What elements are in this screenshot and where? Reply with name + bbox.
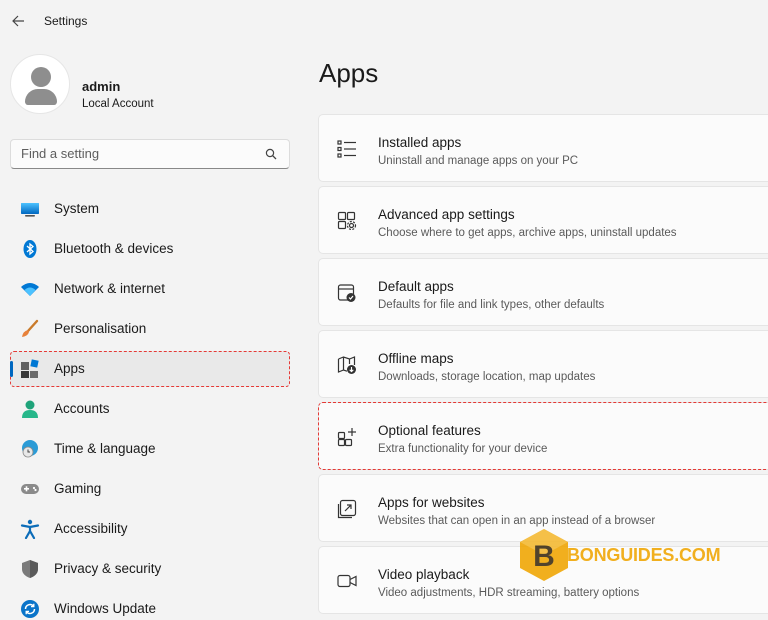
watermark-logo: B [520,529,568,581]
sidebar-item-system[interactable]: System [10,191,290,227]
card-advanced-app-settings[interactable]: Advanced app settings Choose where to ge… [318,186,768,254]
sidebar-item-time-language[interactable]: Time & language [10,431,290,467]
card-title: Video playback [378,567,470,582]
card-subtitle: Uninstall and manage apps on your PC [378,155,579,167]
card-subtitle: Defaults for file and link types, other … [378,299,605,311]
card-subtitle: Choose where to get apps, archive apps, … [378,227,677,239]
title-bar: Settings [0,0,768,44]
profile-account-type: Local Account [82,98,154,110]
sidebar-item-label: System [54,201,100,216]
avatar [10,54,70,114]
card-title: Advanced app settings [378,207,515,222]
sidebar-item-windows-update[interactable]: Windows Update [10,591,290,620]
update-icon [21,600,39,618]
app-settings-icon [337,211,357,231]
sidebar-item-label: Gaming [54,481,102,496]
video-icon [337,574,357,588]
sidebar-item-accessibility[interactable]: Accessibility [10,511,290,547]
sidebar-item-label: Apps [54,361,85,376]
sidebar-item-bluetooth[interactable]: Bluetooth & devices [10,231,290,267]
bluetooth-icon [23,240,37,258]
sidebar-item-label: Network & internet [54,281,166,296]
profile-name: admin [82,79,121,94]
search-input[interactable] [21,146,251,161]
card-optional-features[interactable]: Optional features Extra functionality fo… [318,402,768,470]
card-default-apps[interactable]: Default apps Defaults for file and link … [318,258,768,326]
sidebar-item-accounts[interactable]: Accounts [10,391,290,427]
card-title: Offline maps [378,351,454,366]
back-arrow-icon [11,15,24,27]
card-title: Optional features [378,423,481,438]
card-subtitle: Extra functionality for your device [378,443,548,455]
list-icon [337,140,356,158]
gamepad-icon [21,484,39,494]
sidebar-nav: System Bluetooth & devices Network & int… [10,191,290,620]
shield-icon [22,560,38,578]
sidebar-item-gaming[interactable]: Gaming [10,471,290,507]
sidebar-item-label: Accounts [54,401,110,416]
svg-text:B: B [533,540,555,573]
sidebar-item-network[interactable]: Network & internet [10,271,290,307]
open-link-icon [337,499,357,519]
card-installed-apps[interactable]: Installed apps Uninstall and manage apps… [318,114,768,182]
apps-icon [21,359,39,378]
card-subtitle: Websites that can open in an app instead… [378,515,656,527]
sidebar: admin Local Account System Bluetooth & d… [0,44,300,620]
sidebar-item-label: Personalisation [54,321,147,336]
card-title: Apps for websites [378,495,485,510]
accessibility-icon [20,519,40,539]
watermark-text: BONGUIDES.COM [567,544,721,565]
search-icon[interactable] [265,148,277,160]
app-title: Settings [44,14,88,28]
card-title: Installed apps [378,135,462,150]
sidebar-item-personalisation[interactable]: Personalisation [10,311,290,347]
globe-clock-icon [22,440,38,458]
sidebar-item-apps[interactable]: Apps [10,351,290,387]
card-offline-maps[interactable]: Offline maps Downloads, storage location… [318,330,768,398]
add-feature-icon [337,428,356,447]
user-profile[interactable]: admin Local Account [10,54,290,116]
sidebar-item-privacy[interactable]: Privacy & security [10,551,290,587]
sidebar-item-label: Windows Update [54,601,157,616]
map-download-icon [337,356,356,374]
watermark: B BONGUIDES.COM [517,527,721,583]
back-button[interactable] [6,8,30,34]
card-title: Default apps [378,279,454,294]
sidebar-item-label: Bluetooth & devices [54,241,174,256]
sidebar-item-label: Privacy & security [54,561,162,576]
search-box [10,139,290,169]
card-subtitle: Video adjustments, HDR streaming, batter… [378,587,640,599]
system-icon [21,203,39,217]
person-icon [22,400,38,418]
wifi-icon [21,283,39,296]
sidebar-item-label: Accessibility [54,521,128,536]
card-subtitle: Downloads, storage location, map updates [378,371,596,383]
default-apps-icon [337,284,356,302]
sidebar-item-label: Time & language [54,441,156,456]
brush-icon [22,319,39,337]
page-title: Apps [319,58,379,88]
